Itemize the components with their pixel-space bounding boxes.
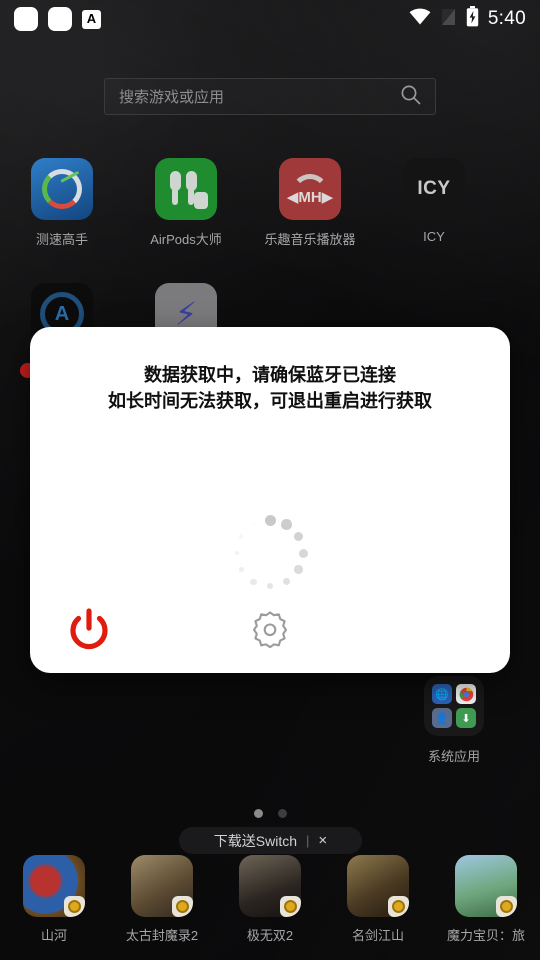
notification-square-1-icon (14, 7, 38, 31)
dock-item-label: 山河 (40, 928, 67, 943)
dock-item-label: 名剑江山 (351, 928, 404, 943)
clock-time: 5:40 (487, 8, 526, 29)
promo-banner[interactable]: 下载送Switch | × (179, 827, 362, 854)
app-grid-row-1: 测速高手 AirPods大师 ◀MH▶ 乐趣音乐播放器 ICY ICY (0, 158, 540, 248)
spinner-dot (266, 582, 274, 590)
game-icon[interactable] (347, 855, 409, 917)
icy-wordmark: ICY (417, 178, 451, 199)
loading-spinner (227, 510, 313, 596)
folder-preview[interactable]: 🌐 👤 ⬇ (424, 676, 484, 736)
wifi-icon (409, 8, 431, 30)
spinner-dot (282, 577, 291, 586)
game-icon[interactable] (455, 855, 517, 917)
promo-banner-text: 下载送Switch (213, 832, 298, 849)
browser-icon: 🌐 (432, 684, 452, 704)
folder-label: 系统应用 (427, 749, 480, 764)
status-bar-left: A (14, 7, 101, 31)
spinner-dot (239, 534, 244, 539)
app-music-player[interactable]: ◀MH▶ 乐趣音乐播放器 (248, 158, 372, 248)
mh-monogram: ◀MH▶ (286, 189, 334, 206)
page-indicator (0, 809, 540, 818)
spinner-dot (234, 550, 240, 556)
dock-item[interactable]: 名剑江山 (324, 855, 432, 944)
power-button[interactable] (64, 605, 114, 655)
music-player-icon[interactable]: ◀MH▶ (279, 158, 341, 220)
app-speedtest[interactable]: 测速高手 (0, 158, 124, 248)
speedtest-icon[interactable] (31, 158, 93, 220)
contacts-icon: 👤 (432, 708, 452, 728)
status-bar-right: 5:40 (409, 6, 526, 32)
dialog-message: 数据获取中，请确保蓝牙已连接 如长时间无法获取，可退出重启进行获取 (30, 362, 510, 414)
search-input-placeholder[interactable]: 搜索游戏或应用 (119, 86, 400, 107)
game-icon[interactable] (23, 855, 85, 917)
promo-banner-separator: | (306, 833, 310, 848)
spinner-dot (281, 519, 292, 530)
dock-item[interactable]: 山河 (0, 855, 108, 944)
battery-charging-icon (466, 6, 479, 32)
loading-dialog: 数据获取中，请确保蓝牙已连接 如长时间无法获取，可退出重启进行获取 (30, 327, 510, 673)
letter-a-icon: A (82, 9, 101, 29)
coin-badge-icon (172, 896, 193, 917)
app-icy[interactable]: ICY ICY (372, 158, 496, 248)
game-icon[interactable] (239, 855, 301, 917)
dock-item-label: 极无双2 (246, 928, 294, 943)
dialog-message-line-1: 数据获取中，请确保蓝牙已连接 (144, 365, 396, 385)
game-dock: 山河 太古封魔录2 极无双2 名剑江山 魔力宝贝：旅 (0, 855, 540, 944)
spinner-dot (294, 565, 303, 574)
spinner-dot (238, 566, 245, 573)
page-dot-2[interactable] (277, 809, 287, 818)
app-label: ICY (423, 229, 445, 244)
notification-square-2-icon (48, 7, 72, 31)
dock-item[interactable]: 极无双2 (216, 855, 324, 944)
settings-button[interactable] (245, 605, 295, 655)
airpods-icon[interactable] (155, 158, 217, 220)
icy-icon[interactable]: ICY (403, 158, 465, 220)
spinner-dot (251, 522, 256, 527)
close-icon[interactable]: × (318, 833, 327, 848)
coin-badge-icon (496, 896, 517, 917)
dock-item[interactable]: 魔力宝贝：旅 (432, 855, 540, 944)
page-dot-1[interactable] (253, 809, 263, 818)
app-airpods[interactable]: AirPods大师 (124, 158, 248, 248)
chrome-icon (456, 684, 476, 704)
dock-item-label: 魔力宝贝：旅 (446, 928, 525, 943)
dialog-message-line-2: 如长时间无法获取，可退出重启进行获取 (108, 391, 432, 412)
game-icon[interactable] (131, 855, 193, 917)
coin-badge-icon (280, 896, 301, 917)
folder-system-apps[interactable]: 🌐 👤 ⬇ 系统应用 (424, 676, 484, 765)
search-bar[interactable]: 搜索游戏或应用 (104, 78, 436, 115)
app-label: AirPods大师 (150, 232, 222, 247)
spinner-dot (293, 531, 304, 542)
search-icon[interactable] (400, 84, 421, 110)
dock-item[interactable]: 太古封魔录2 (108, 855, 216, 944)
app-label: 乐趣音乐播放器 (264, 232, 356, 247)
spinner-dot (298, 548, 308, 558)
no-sim-icon (440, 7, 457, 32)
coin-badge-icon (388, 896, 409, 917)
app-label: 测速高手 (35, 232, 88, 247)
spinner-dot (264, 514, 276, 526)
home-screen: A 5:40 搜索游戏或应用 测速高手 AirPods大师 ◀MH▶ 乐趣音乐播… (0, 0, 540, 960)
downloads-icon: ⬇ (456, 708, 476, 728)
dock-item-label: 太古封魔录2 (125, 928, 199, 943)
status-bar: A 5:40 (0, 0, 540, 38)
coin-badge-icon (64, 896, 85, 917)
spinner-dot (250, 578, 257, 585)
